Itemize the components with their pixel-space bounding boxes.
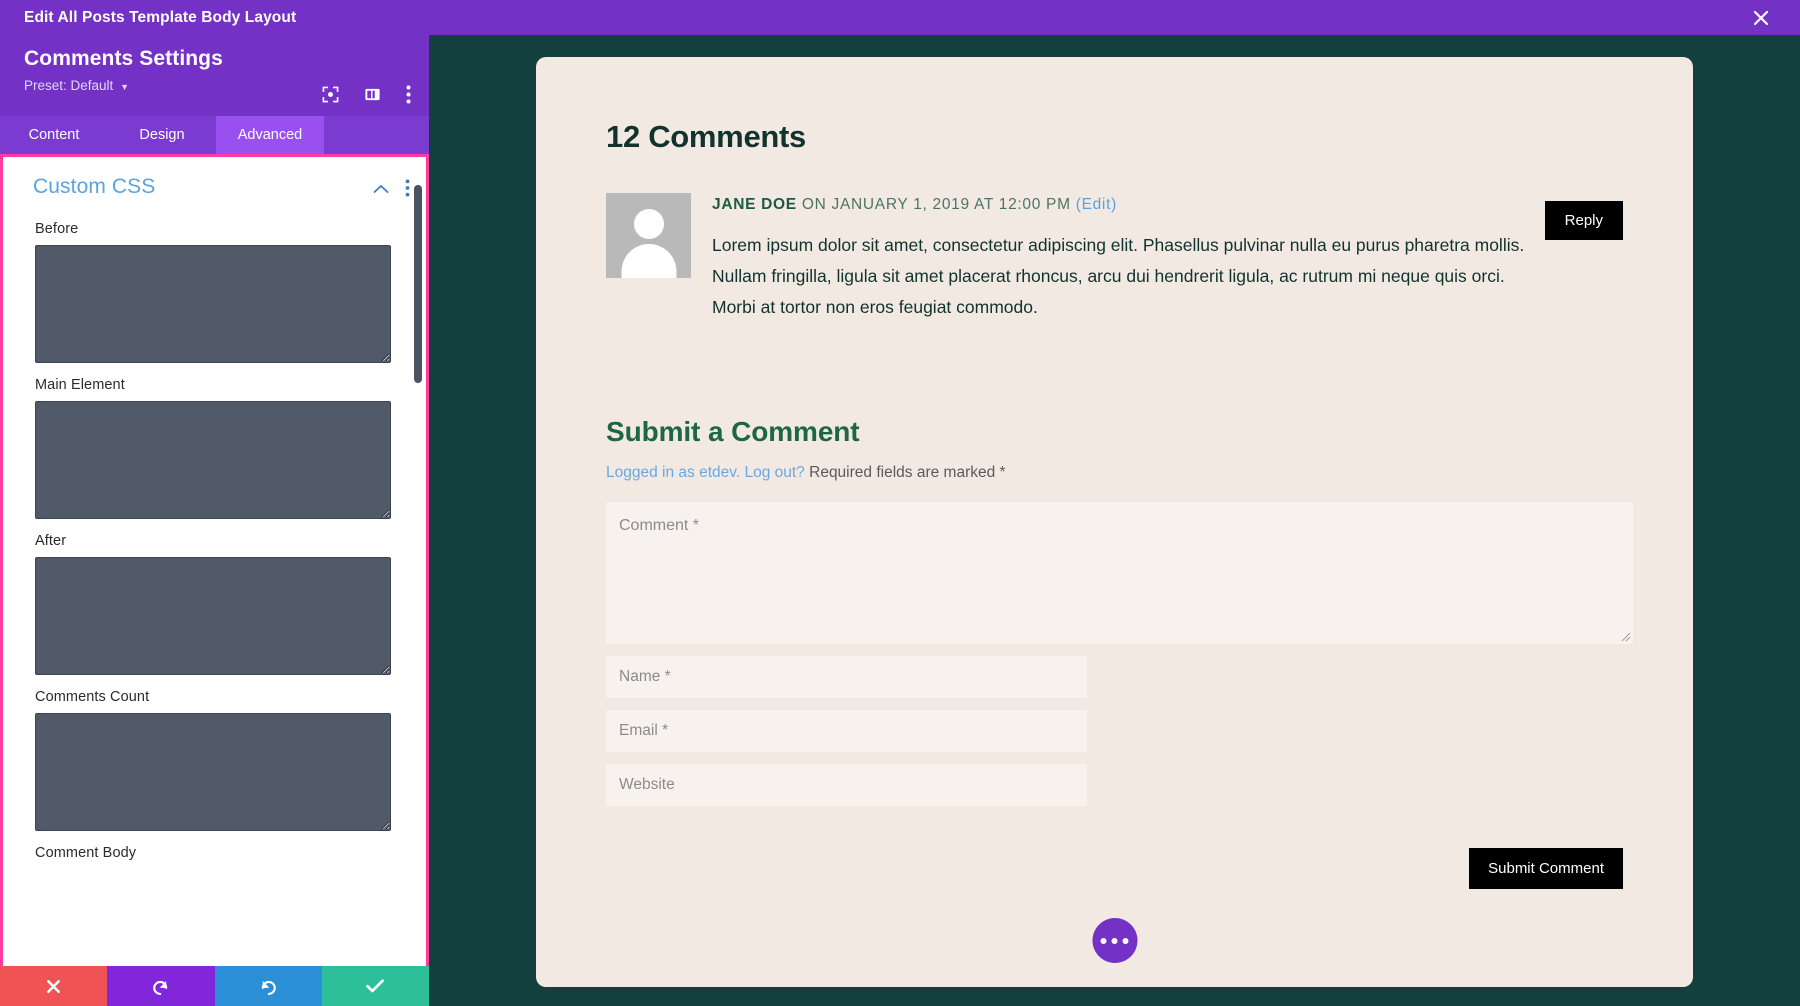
- settings-panel-header-icons: [322, 85, 411, 104]
- logout-link[interactable]: Log out?: [744, 464, 804, 481]
- cancel-button[interactable]: [0, 966, 108, 1006]
- ellipsis-icon: [1100, 937, 1107, 944]
- field-label-before: Before: [35, 221, 79, 237]
- field-label-comment-body: Comment Body: [35, 845, 137, 861]
- save-button[interactable]: [321, 966, 429, 1006]
- custom-css-section-header[interactable]: Custom CSS: [3, 157, 426, 207]
- name-input-placeholder: Name *: [619, 667, 671, 685]
- settings-panel: Comments Settings Preset: Default ▼ Cont…: [0, 35, 429, 1006]
- website-input-placeholder: Website: [619, 775, 675, 793]
- css-input-after[interactable]: [35, 557, 391, 675]
- comments-count-heading: 12 Comments: [606, 119, 806, 154]
- settings-panel-body: Custom CSS Before Main Element After Com…: [3, 157, 426, 1003]
- preset-label: Preset: Default: [24, 78, 114, 93]
- tab-advanced[interactable]: Advanced: [216, 116, 324, 154]
- redo-button[interactable]: [214, 966, 322, 1006]
- field-after: After: [3, 533, 426, 675]
- resize-handle-icon[interactable]: [1621, 632, 1631, 642]
- field-label-main-element: Main Element: [35, 377, 125, 393]
- comment-author: JANE DOE: [712, 196, 797, 213]
- page-preview-canvas: 12 Comments JANE DOE ON JANUARY 1, 2019 …: [429, 35, 1800, 1006]
- css-input-main-element[interactable]: [35, 401, 391, 519]
- close-icon[interactable]: [1750, 7, 1772, 29]
- vertical-dots-icon[interactable]: [405, 179, 410, 202]
- scrollbar-thumb[interactable]: [414, 185, 422, 383]
- comments-module-card: 12 Comments JANE DOE ON JANUARY 1, 2019 …: [536, 57, 1693, 987]
- editor-title: Edit All Posts Template Body Layout: [24, 8, 297, 26]
- ellipsis-icon: [1122, 937, 1129, 944]
- comment-textarea-placeholder: Comment *: [619, 516, 700, 534]
- email-input[interactable]: Email *: [606, 709, 1087, 752]
- layout-columns-icon[interactable]: [364, 86, 381, 103]
- css-input-comments-count[interactable]: [35, 713, 391, 831]
- editor-top-bar: Edit All Posts Template Body Layout: [0, 0, 1800, 35]
- target-focus-icon[interactable]: [322, 86, 339, 103]
- field-comments-count: Comments Count: [3, 689, 426, 831]
- module-settings-fab[interactable]: [1092, 918, 1137, 963]
- reply-button[interactable]: Reply: [1544, 201, 1623, 240]
- comment-item: JANE DOE ON JANUARY 1, 2019 AT 12:00 PM …: [606, 193, 1623, 324]
- field-main-element: Main Element: [3, 377, 426, 519]
- comment-date: ON JANUARY 1, 2019 AT 12:00 PM: [796, 196, 1076, 213]
- logged-in-notice: Logged in as etdev. Log out? Required fi…: [606, 464, 1623, 482]
- settings-panel-body-highlight: Custom CSS Before Main Element After Com…: [0, 154, 429, 1006]
- settings-panel-scrollbar[interactable]: [414, 157, 424, 1003]
- tab-design[interactable]: Design: [108, 116, 216, 154]
- vertical-dots-icon[interactable]: [406, 85, 411, 104]
- field-comment-body: Comment Body: [3, 845, 426, 861]
- submit-comment-heading: Submit a Comment: [606, 415, 860, 447]
- settings-panel-header: Comments Settings Preset: Default ▼: [0, 35, 429, 116]
- website-input[interactable]: Website: [606, 763, 1087, 806]
- comment-content: JANE DOE ON JANUARY 1, 2019 AT 12:00 PM …: [712, 193, 1623, 324]
- field-label-after: After: [35, 533, 67, 549]
- chevron-up-icon[interactable]: [373, 182, 389, 200]
- field-before: Before: [3, 221, 426, 363]
- submit-comment-button[interactable]: Submit Comment: [1469, 847, 1623, 889]
- field-label-comments-count: Comments Count: [35, 689, 150, 705]
- undo-button[interactable]: [107, 966, 215, 1006]
- required-fields-note: Required fields are marked *: [809, 463, 1006, 481]
- email-input-placeholder: Email *: [619, 721, 669, 739]
- comment-meta: JANE DOE ON JANUARY 1, 2019 AT 12:00 PM …: [712, 195, 1553, 215]
- settings-panel-title: Comments Settings: [24, 47, 223, 70]
- custom-css-title: Custom CSS: [33, 175, 156, 198]
- logged-in-as-text[interactable]: Logged in as etdev.: [606, 464, 740, 481]
- settings-tabs: Content Design Advanced: [0, 116, 429, 154]
- css-input-before[interactable]: [35, 245, 391, 363]
- tab-content[interactable]: Content: [0, 116, 108, 154]
- ellipsis-icon: [1111, 937, 1118, 944]
- comment-edit-link[interactable]: (Edit): [1076, 196, 1117, 213]
- name-input[interactable]: Name *: [606, 655, 1087, 698]
- comment-body-text: Lorem ipsum dolor sit amet, consectetur …: [712, 235, 1525, 318]
- avatar: [606, 193, 691, 278]
- custom-css-header-icons: [373, 179, 410, 202]
- chevron-down-icon: ▼: [120, 82, 129, 92]
- comment-textarea[interactable]: Comment *: [606, 501, 1633, 644]
- settings-action-bar: [0, 966, 429, 1006]
